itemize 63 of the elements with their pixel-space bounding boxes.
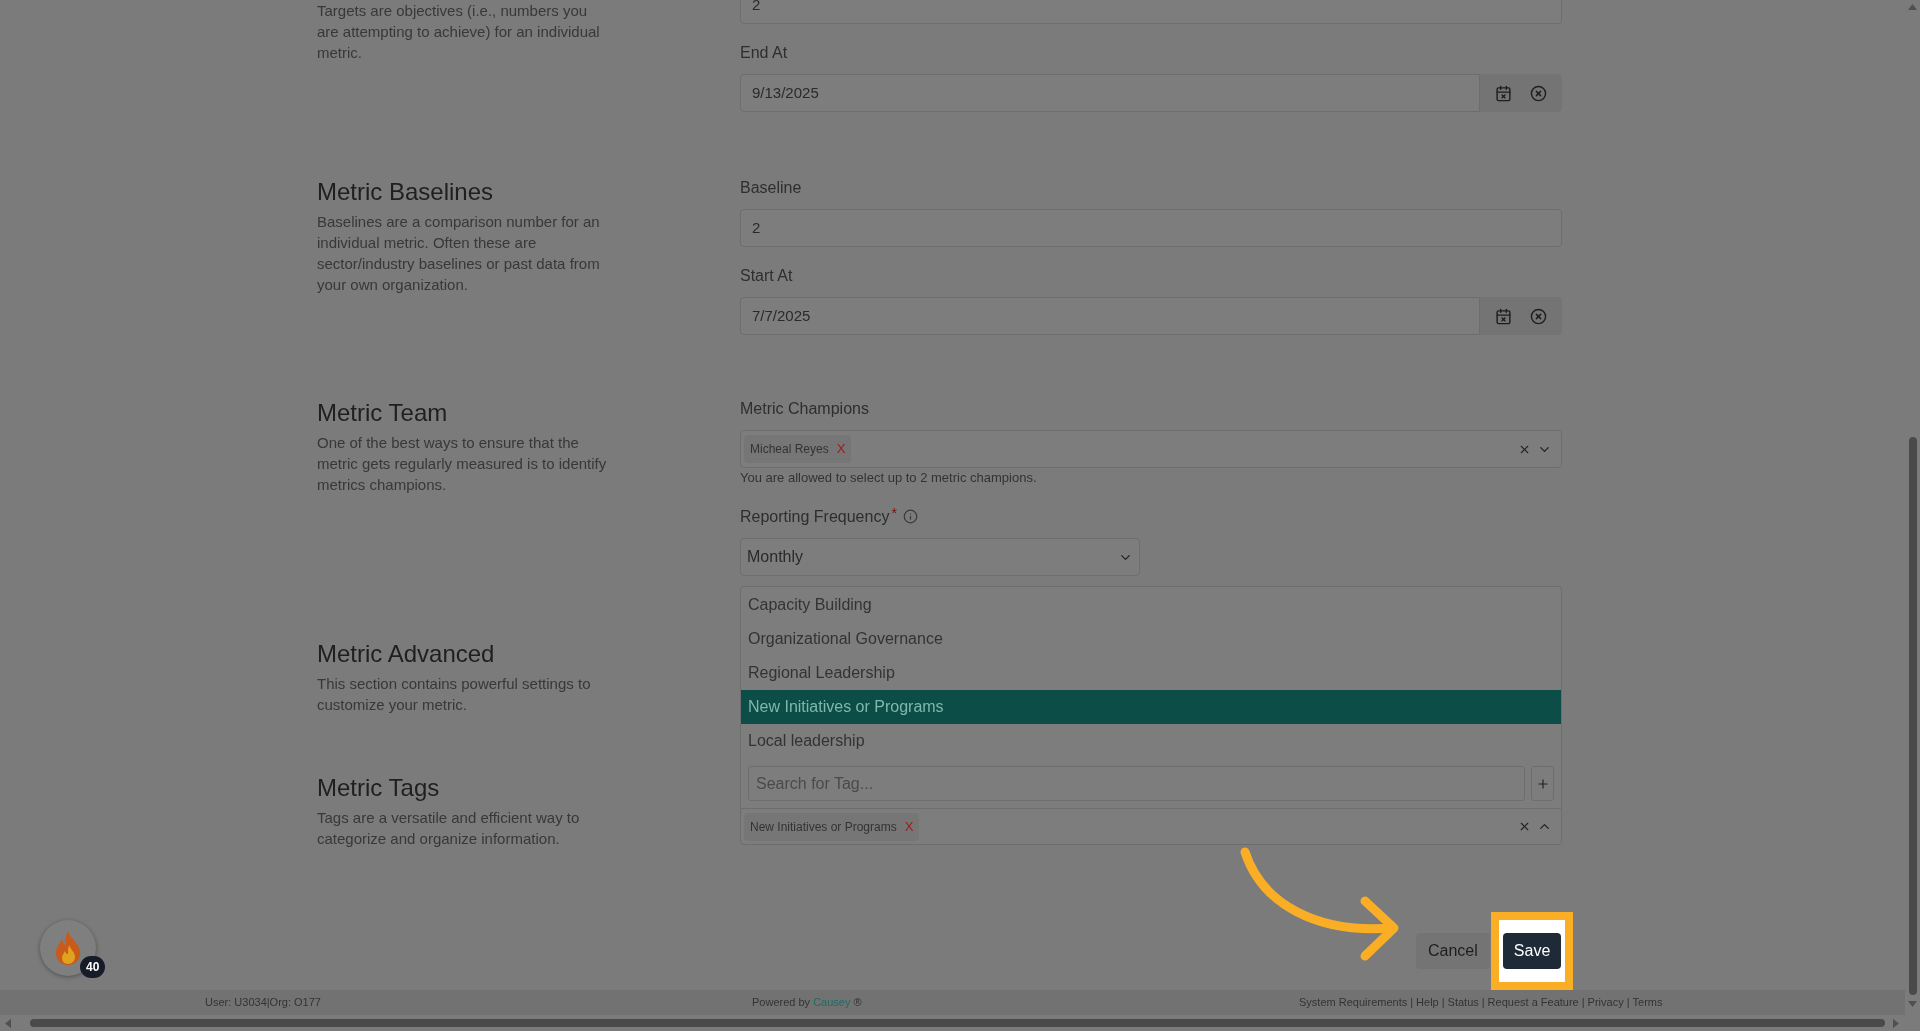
plus-icon [1535, 776, 1550, 791]
scroll-up-icon[interactable] [1908, 4, 1917, 10]
scrollbar-thumb[interactable] [30, 1019, 1885, 1027]
tag-option[interactable]: Capacity Building [741, 588, 1561, 622]
link-separator: | [1410, 995, 1414, 1011]
date-field[interactable]: 9/13/2025 [740, 74, 1480, 112]
section-title: Metric Advanced [317, 639, 496, 669]
streak-count: 40 [80, 956, 106, 978]
clear-icon[interactable] [1530, 307, 1547, 325]
text-field[interactable]: 2 [740, 0, 1562, 24]
user-info: User: U3034|Org: O177 [205, 995, 322, 1011]
powered-by: Powered by Causey ® [752, 995, 863, 1011]
select-field[interactable]: Monthly [740, 538, 1140, 576]
section-title: Metric Tags [317, 773, 441, 803]
footer-link[interactable]: Status [1447, 994, 1479, 1011]
calendar-icon[interactable] [1495, 84, 1512, 102]
footer-link[interactable]: System Requirements [1299, 994, 1408, 1011]
chip-label: Micheal Reyes [750, 441, 829, 458]
field-label: Baseline [740, 178, 802, 198]
link-separator: | [1581, 995, 1585, 1011]
help-text: You are allowed to select up to 2 metric champions. [740, 469, 1038, 487]
section-description: One of the best ways to ensure that the metric gets regularly measured is to identify metrics champions. [317, 433, 607, 495]
date-field[interactable]: 7/7/2025 [740, 297, 1480, 335]
footer-link[interactable]: Help [1416, 994, 1439, 1011]
save-button[interactable]: Save [1502, 933, 1562, 969]
flame-icon [54, 931, 82, 965]
tag-option[interactable]: Regional Leadership [741, 656, 1561, 690]
link-separator: | [1481, 995, 1485, 1011]
info-icon[interactable] [902, 509, 918, 524]
link-separator: | [1626, 995, 1630, 1011]
clear-icon[interactable] [1530, 84, 1547, 102]
footer-link[interactable]: Request a Feature [1487, 994, 1579, 1011]
section-description: Baselines are a comparison number for an individual metric. Often these are sector/industry baselines or past data from your own organization. [317, 212, 601, 295]
section-title: Metric Team [317, 398, 449, 428]
scroll-left-icon[interactable] [5, 1018, 11, 1028]
add-tag-button[interactable] [1531, 766, 1554, 801]
chip-remove[interactable]: X [836, 439, 846, 459]
section-title: Metric Baselines [317, 177, 495, 207]
section-description: Tags are a versatile and efficient way to categorize and organize information. [317, 808, 581, 849]
link-separator: | [1441, 995, 1445, 1011]
chip-remove[interactable]: X [904, 816, 914, 837]
tag-option[interactable]: New Initiatives or Programs [741, 690, 1561, 724]
field-label: Start At [740, 266, 793, 286]
tag-option[interactable]: Local leadership [741, 724, 1561, 758]
field-label: Metric Champions [740, 399, 869, 419]
tag-option[interactable]: Organizational Governance [741, 622, 1561, 656]
field-label: End At [740, 43, 788, 63]
scrollbar-thumb[interactable] [1908, 437, 1917, 995]
chip-label: New Initiatives or Programs [750, 818, 897, 836]
required-mark: * [891, 506, 897, 520]
footer-link[interactable]: Terms [1632, 994, 1663, 1011]
calendar-icon[interactable] [1495, 307, 1512, 325]
scroll-down-icon[interactable] [1908, 1001, 1917, 1007]
tag-select[interactable]: New Initiatives or Programs X [740, 808, 1562, 845]
section-description: This section contains powerful settings to customize your metric. [317, 674, 592, 715]
section-description: Targets are objectives (i.e., numbers you are attempting to achieve) for an individual metric. [317, 1, 601, 63]
text-field[interactable]: 2 [740, 209, 1562, 247]
footer-link[interactable]: Privacy [1587, 994, 1624, 1011]
scroll-right-icon[interactable] [1893, 1018, 1899, 1028]
multi-select[interactable]: Micheal Reyes X [740, 430, 1562, 468]
field-label: Reporting Frequency [740, 507, 890, 527]
cancel-button[interactable]: Cancel [1416, 933, 1490, 969]
clear-icon[interactable] [1518, 820, 1531, 833]
